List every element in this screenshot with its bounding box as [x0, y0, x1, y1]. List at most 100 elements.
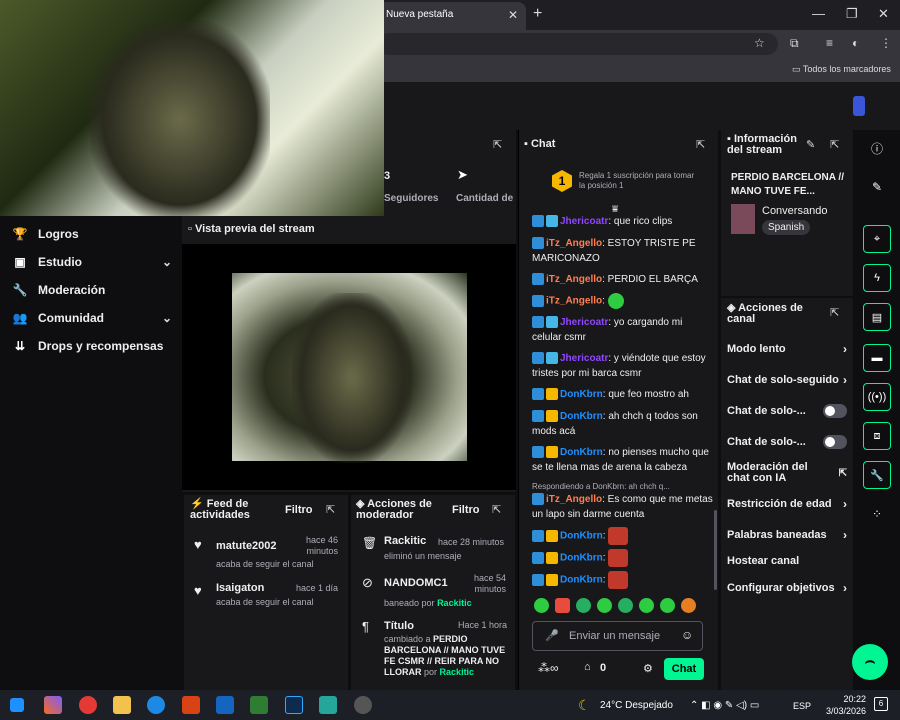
emote-icon[interactable]: [639, 598, 654, 613]
document-icon[interactable]: ▤: [863, 303, 891, 331]
emote-icon[interactable]: [681, 598, 696, 613]
feed-item-name[interactable]: Isaigaton: [216, 582, 264, 594]
toggle-switch[interactable]: [823, 435, 847, 449]
mod-filter-button[interactable]: Filtro: [452, 504, 480, 516]
new-tab-button[interactable]: +: [533, 5, 542, 23]
language-tag[interactable]: Spanish: [762, 220, 811, 235]
chat-username[interactable]: DonKbrn: [560, 447, 603, 458]
chat-username[interactable]: Jhericoatr: [560, 216, 608, 227]
category-boxart[interactable]: [731, 204, 755, 234]
emote-icon[interactable]: [597, 598, 612, 613]
obs-icon[interactable]: [354, 696, 372, 714]
action-banned-words[interactable]: Palabras baneadas ›: [727, 528, 847, 542]
nav-item-comunidad[interactable]: 👥 Comunidad ⌄: [12, 307, 172, 329]
mod-item-name[interactable]: Rackitic: [384, 535, 426, 547]
chat-username[interactable]: Jhericoatr: [560, 317, 608, 328]
user-avatar[interactable]: [853, 96, 865, 116]
action-followers-only[interactable]: Chat de solo-seguido ›: [727, 373, 847, 387]
tray-icons[interactable]: ⌃ ◧ ◉ ✎ ◁) ▭: [690, 700, 759, 711]
chat-username[interactable]: iTz_Angello: [546, 238, 602, 249]
popout-icon[interactable]: ⇱: [326, 503, 335, 516]
action-emote-only[interactable]: Chat de solo-...: [727, 435, 847, 449]
chat-username[interactable]: DonKbrn: [560, 575, 603, 586]
lightning-icon[interactable]: ϟ: [863, 264, 891, 292]
excel-icon[interactable]: [250, 696, 268, 714]
settings-gear-icon[interactable]: ⚙: [643, 662, 653, 675]
browser-tab[interactable]: Nueva pestaña ✕: [378, 2, 526, 30]
windows-start-icon[interactable]: [10, 698, 24, 712]
action-slow-mode[interactable]: Modo lento ›: [727, 342, 847, 356]
info-icon[interactable]: ⓘ: [863, 134, 891, 162]
chat-username[interactable]: Jhericoatr: [560, 353, 608, 364]
chat-scrollbar[interactable]: [714, 510, 717, 590]
weather-text[interactable]: 24°C Despejado: [600, 700, 673, 711]
nav-item-drops[interactable]: ⇊ Drops y recompensas: [12, 335, 172, 357]
file-explorer-icon[interactable]: [113, 696, 131, 714]
toggle-switch[interactable]: [823, 404, 847, 418]
microphone-icon[interactable]: 🎤: [545, 629, 559, 642]
emote-icon[interactable]: [555, 598, 570, 613]
language-indicator[interactable]: ESP: [793, 701, 811, 711]
action-subs-only[interactable]: Chat de solo-...: [727, 404, 847, 418]
emote-icon[interactable]: [660, 598, 675, 613]
minimize-button[interactable]: —: [812, 6, 825, 21]
clip-icon[interactable]: ⌖: [863, 225, 891, 253]
chat-send-button[interactable]: Chat: [664, 658, 704, 680]
chat-username[interactable]: iTz_Angello: [546, 296, 602, 307]
photoshop-icon[interactable]: [285, 696, 303, 714]
profile-icon[interactable]: ◐: [852, 36, 859, 50]
emote-icon[interactable]: [576, 598, 591, 613]
feed-item-name[interactable]: matute2002: [216, 540, 277, 552]
chat-username[interactable]: DonKbrn: [560, 531, 603, 542]
popout-icon[interactable]: ⇱: [492, 503, 501, 516]
chat-username[interactable]: DonKbrn: [560, 411, 603, 422]
close-window-button[interactable]: ✕: [878, 6, 889, 22]
extensions-icon[interactable]: ⧉: [790, 36, 799, 51]
popout-icon[interactable]: ⇱: [696, 138, 705, 151]
nav-item-logros[interactable]: 🏆 Logros: [12, 223, 172, 245]
popout-icon[interactable]: ⇱: [493, 138, 502, 151]
notification-badge[interactable]: 6: [874, 697, 888, 711]
chat-username[interactable]: DonKbrn: [560, 553, 603, 564]
chat-bubble-icon[interactable]: ▬: [863, 344, 891, 372]
nav-item-moderacion[interactable]: 🔧 Moderación: [12, 279, 172, 301]
feed-filter-button[interactable]: Filtro: [285, 504, 313, 516]
tab-close-icon[interactable]: ✕: [508, 8, 518, 22]
chat-username[interactable]: DonKbrn: [560, 389, 603, 400]
emote-icon[interactable]: [618, 598, 633, 613]
screen-icon[interactable]: ⧈: [863, 422, 891, 450]
nav-item-estudio[interactable]: ▣ Estudio ⌄: [12, 251, 172, 273]
maximize-button[interactable]: ❐: [846, 6, 858, 22]
bits-icon[interactable]: ⁂∞: [538, 661, 559, 675]
chrome-icon[interactable]: [79, 696, 97, 714]
chat-username[interactable]: iTz_Angello: [546, 274, 602, 285]
apps-icon[interactable]: ⁘: [863, 500, 891, 528]
action-ai-moderation[interactable]: Moderación del chat con IA ⇱: [727, 462, 847, 484]
chat-username[interactable]: iTz_Angello: [546, 494, 602, 505]
desc-user[interactable]: Rackitic: [437, 598, 472, 608]
category-name[interactable]: Conversando: [762, 205, 827, 217]
points-icon[interactable]: ⌂: [584, 661, 591, 673]
action-age-restriction[interactable]: Restricción de edad ›: [727, 497, 847, 511]
help-chat-button[interactable]: ⌢: [852, 644, 888, 680]
copilot-icon[interactable]: [44, 696, 62, 714]
action-host-channel[interactable]: Hostear canal: [727, 555, 847, 567]
edit-pencil-icon[interactable]: ✎: [863, 173, 891, 201]
desc-user[interactable]: Rackitic: [440, 667, 475, 677]
powerpoint-icon[interactable]: [182, 696, 200, 714]
mod-item-name[interactable]: NANDOMC1: [384, 577, 448, 589]
action-goals[interactable]: Configurar objetivos ›: [727, 581, 847, 595]
broadcast-icon[interactable]: ((•)): [863, 383, 891, 411]
edit-pencil-icon[interactable]: ✎: [806, 138, 815, 151]
all-bookmarks[interactable]: ▭ Todos los marcadores: [792, 64, 891, 75]
word-icon[interactable]: [216, 696, 234, 714]
emote-icon[interactable]: [534, 598, 549, 613]
wrench-icon[interactable]: 🔧: [863, 461, 891, 489]
popout-icon[interactable]: ⇱: [830, 138, 839, 151]
address-input[interactable]: [378, 33, 778, 55]
edge-icon[interactable]: [147, 696, 165, 714]
gift-sub-text[interactable]: Regala 1 suscripción para tomar la posic…: [579, 171, 697, 191]
menu-icon[interactable]: ⋮: [880, 36, 892, 50]
chat-input[interactable]: 🎤 Enviar un mensaje ☺: [532, 621, 703, 651]
media-icon[interactable]: ≡: [826, 36, 833, 50]
